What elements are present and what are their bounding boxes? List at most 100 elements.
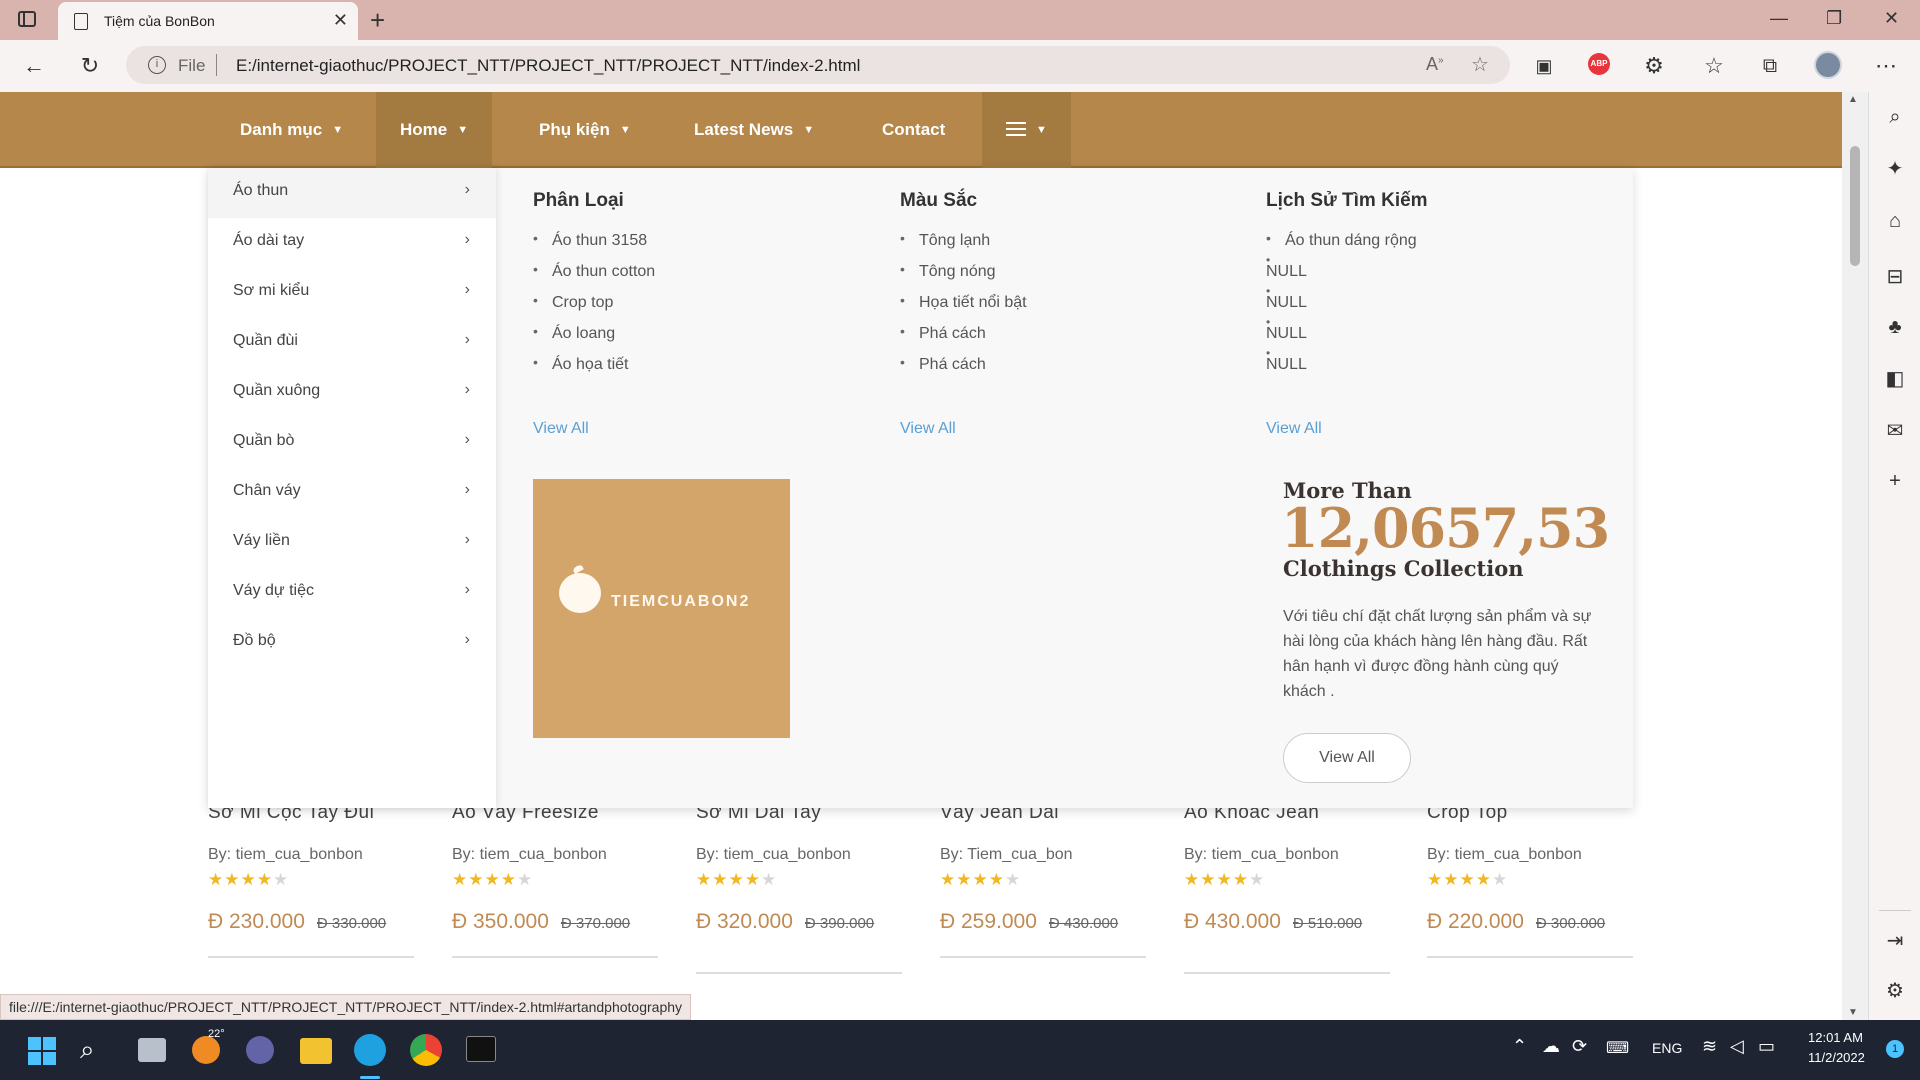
shopping-tag-icon[interactable]: ⌂ — [1881, 210, 1909, 233]
menu-link[interactable]: Phá cách — [900, 354, 1240, 387]
divider — [940, 956, 1146, 958]
search-icon[interactable]: ⌕ — [80, 1034, 95, 1066]
edge-browser-icon[interactable] — [354, 1034, 386, 1066]
menu-link[interactable]: NULL — [1266, 284, 1606, 325]
page-scrollbar[interactable]: ▲ ▼ — [1842, 92, 1868, 1020]
window-close-icon[interactable]: ✕ — [1884, 8, 1899, 29]
volume-icon[interactable]: ◁ — [1730, 1036, 1744, 1057]
menu-link[interactable]: Áo thun cotton — [533, 261, 873, 294]
battery-icon[interactable]: ▭ — [1758, 1036, 1775, 1057]
menu-link[interactable]: Tông lạnh — [900, 230, 1240, 263]
task-view-icon[interactable] — [138, 1038, 166, 1062]
refresh-icon[interactable]: ↻ — [76, 52, 104, 80]
chrome-icon[interactable] — [410, 1034, 442, 1066]
column-title: Phân Loại — [533, 190, 624, 211]
nav-more-menu[interactable]: ▼ — [982, 92, 1071, 168]
view-all-link[interactable]: View All — [900, 420, 956, 438]
category-item[interactable]: Váy dự tiệc › — [208, 568, 496, 618]
menu-link[interactable]: Tông nóng — [900, 261, 1240, 294]
wifi-icon[interactable]: ≋ — [1702, 1036, 1717, 1057]
category-item[interactable]: Áo thun › — [208, 168, 496, 218]
menu-link[interactable]: NULL — [1266, 346, 1606, 387]
weather-icon[interactable] — [192, 1036, 220, 1064]
menu-link[interactable]: Áo thun dáng rộng — [1266, 230, 1606, 263]
menu-link[interactable]: Áo loang — [533, 323, 873, 356]
menu-link[interactable]: Áo họa tiết — [533, 354, 873, 387]
rating-stars-icon: ★★★★★ — [1427, 870, 1509, 889]
keyboard-icon[interactable]: ⌨ — [1606, 1038, 1629, 1058]
back-icon[interactable]: ← — [20, 52, 48, 80]
scroll-down-icon[interactable]: ▼ — [1848, 1007, 1858, 1018]
tab-actions-icon[interactable] — [18, 11, 36, 27]
games-icon[interactable]: ♣ — [1881, 316, 1909, 339]
category-item[interactable]: Chân váy › — [208, 468, 496, 518]
view-all-link[interactable]: View All — [533, 420, 589, 438]
address-url[interactable]: E:/internet-giaothuc/PROJECT_NTT/PROJECT… — [236, 56, 860, 76]
onedrive-icon[interactable]: ☁ — [1542, 1036, 1560, 1057]
toolbox-icon[interactable]: ⊟ — [1881, 264, 1909, 289]
minimize-icon[interactable]: — — [1770, 8, 1788, 29]
browser-tab[interactable]: Tiệm của BonBon ✕ — [58, 2, 358, 40]
read-aloud-icon[interactable]: A» — [1426, 54, 1444, 75]
outlook-icon[interactable]: ✉ — [1881, 418, 1909, 443]
file-explorer-icon[interactable] — [300, 1038, 332, 1064]
scroll-up-icon[interactable]: ▲ — [1848, 94, 1858, 105]
menu-link[interactable]: Crop top — [533, 292, 873, 325]
more-options-icon[interactable]: ⋯ — [1872, 52, 1900, 80]
notification-badge[interactable]: 1 — [1886, 1040, 1904, 1058]
category-label: Đồ bộ — [233, 632, 276, 649]
category-item[interactable]: Quần xuông › — [208, 368, 496, 418]
menu-link[interactable]: Phá cách — [900, 323, 1240, 356]
language-indicator[interactable]: ENG — [1652, 1040, 1682, 1056]
restore-icon[interactable]: ❐ — [1826, 8, 1842, 29]
view-all-button[interactable]: View All — [1283, 733, 1411, 783]
sidebar-toggle-icon[interactable]: ⇥ — [1881, 928, 1909, 953]
favorites-icon[interactable]: ☆ — [1700, 52, 1728, 80]
menu-link[interactable]: NULL — [1266, 253, 1606, 294]
product-author: By: tiem_cua_bonbon — [696, 846, 851, 863]
nav-home[interactable]: Home ▼ — [376, 92, 493, 168]
teams-icon[interactable] — [246, 1036, 274, 1064]
menu-link[interactable]: NULL — [1266, 315, 1606, 356]
new-tab-icon[interactable]: + — [370, 5, 385, 36]
collections-icon[interactable]: ⧉ — [1756, 52, 1784, 80]
nav-contact[interactable]: Contact — [858, 92, 969, 168]
immersive-reader-icon[interactable]: ▣ — [1530, 52, 1558, 80]
menu-link[interactable]: Áo thun 3158 — [533, 230, 873, 263]
tab-close-icon[interactable]: ✕ — [333, 10, 348, 31]
category-item[interactable]: Quần đùi › — [208, 318, 496, 368]
category-item[interactable]: Sơ mi kiểu › — [208, 268, 496, 318]
add-favorite-icon[interactable]: ☆ — [1471, 52, 1489, 77]
info-icon[interactable]: i — [148, 56, 166, 74]
category-label: Quần bò — [233, 432, 295, 449]
nav-label: Contact — [882, 120, 946, 139]
nav-danh-muc[interactable]: Danh mục ▼ — [216, 92, 367, 168]
search-icon[interactable]: ⌕ — [1881, 106, 1909, 129]
sync-icon[interactable]: ⟳ — [1572, 1036, 1587, 1057]
nav-latest-news[interactable]: Latest News ▼ — [670, 92, 838, 168]
clock-date[interactable]: 11/2/2022 — [1808, 1050, 1865, 1065]
office-icon[interactable]: ◧ — [1881, 366, 1909, 391]
promo-image[interactable]: TIEMCUABON2 — [533, 479, 790, 738]
windows-start-icon[interactable] — [28, 1037, 56, 1065]
clock-time[interactable]: 12:01 AM — [1808, 1030, 1863, 1045]
extensions-icon[interactable]: ⚙ — [1640, 52, 1668, 80]
chevron-up-icon[interactable]: ⌃ — [1512, 1036, 1527, 1057]
category-item[interactable]: Đồ bộ › — [208, 618, 496, 668]
category-item[interactable]: Váy liền › — [208, 518, 496, 568]
category-item[interactable]: Áo dài tay › — [208, 218, 496, 268]
add-icon[interactable]: + — [1881, 470, 1909, 493]
menu-link[interactable]: Họa tiết nổi bật — [900, 292, 1240, 325]
category-item[interactable]: Quần bò › — [208, 418, 496, 468]
gear-icon[interactable]: ⚙ — [1881, 978, 1909, 1003]
chevron-down-icon: ▼ — [619, 124, 631, 136]
terminal-icon[interactable] — [466, 1036, 496, 1062]
scroll-thumb[interactable] — [1850, 146, 1860, 266]
sparkle-icon[interactable]: ✦ — [1881, 156, 1909, 181]
orange-logo-icon — [559, 573, 601, 613]
address-bar[interactable]: i File E:/internet-giaothuc/PROJECT_NTT/… — [126, 46, 1510, 84]
adblock-icon[interactable]: ABP — [1588, 53, 1610, 75]
view-all-link[interactable]: View All — [1266, 420, 1322, 438]
profile-avatar[interactable] — [1814, 51, 1842, 79]
nav-phu-kien[interactable]: Phụ kiện ▼ — [515, 92, 655, 168]
